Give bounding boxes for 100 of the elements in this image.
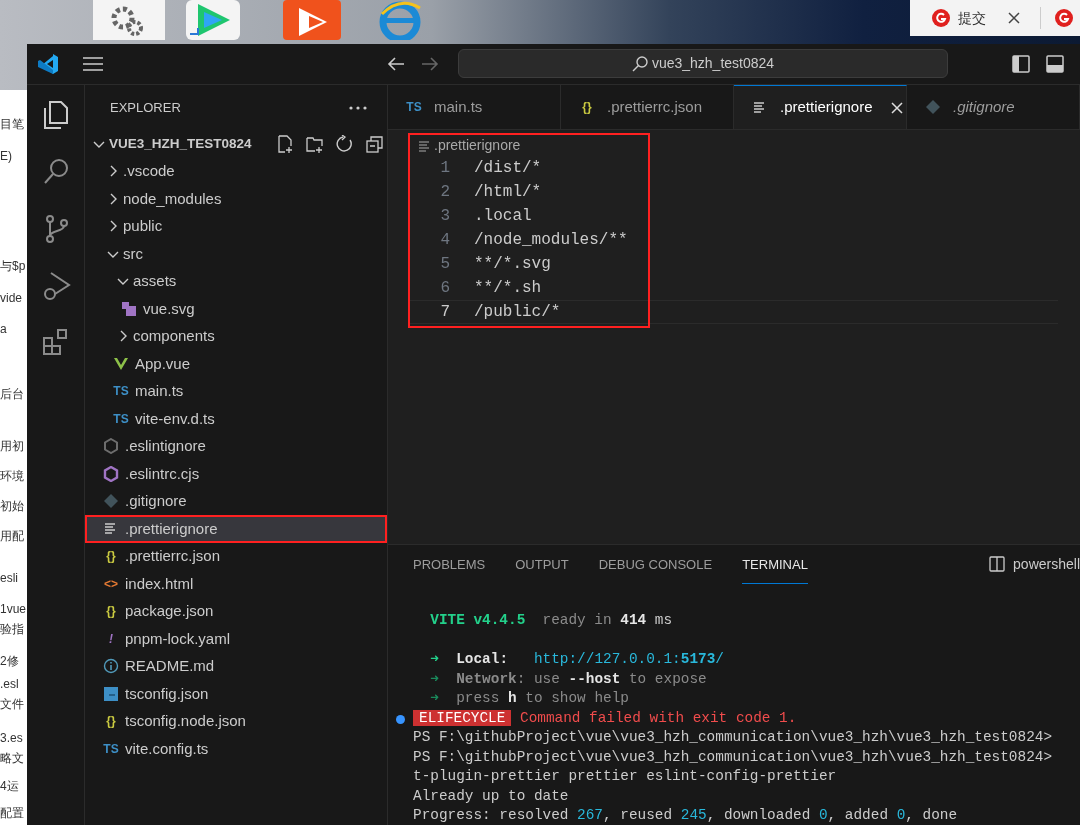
line-number: 7	[439, 302, 451, 323]
document-text: 环境	[0, 468, 24, 485]
line-number: 1	[439, 158, 451, 179]
menu-icon[interactable]	[83, 56, 103, 72]
editor-tab[interactable]: .prettierignore	[734, 85, 907, 129]
tree-root-row[interactable]: VUE3_HZH_TEST0824	[85, 130, 387, 158]
document-text: 配置	[0, 805, 24, 822]
tree-item[interactable]: {} .prettierrc.json	[85, 542, 387, 570]
editor-tab[interactable]: .gitignore	[907, 85, 1080, 129]
document-text: 用初	[0, 438, 24, 455]
tree-item[interactable]: TS vite-env.d.ts	[85, 405, 387, 433]
typescript-file-icon: TS	[103, 739, 119, 758]
diamond-icon	[925, 99, 941, 115]
line-number: 4	[439, 230, 451, 251]
terminal-line: Already up to date	[413, 786, 570, 806]
document-text: 与$p	[0, 258, 26, 275]
code-line: **/*.sh	[474, 278, 542, 299]
document-text: E)	[0, 148, 12, 165]
tree-item[interactable]: {} tsconfig.node.json	[85, 707, 387, 735]
tree-item[interactable]: ! pnpm-lock.yaml	[85, 625, 387, 653]
collapse-icon[interactable]	[365, 134, 384, 153]
document-text: 用配	[0, 528, 24, 545]
forward-arrow-icon[interactable]	[421, 56, 439, 72]
tree-item[interactable]: tsconfig.json	[85, 680, 387, 708]
tree-item[interactable]: public	[85, 212, 387, 240]
document-text: a	[0, 321, 7, 338]
lines-icon	[418, 139, 430, 152]
breadcrumb[interactable]: .prettierignore	[408, 135, 650, 156]
document-text: 4运	[0, 778, 19, 795]
document-text: 目笔	[0, 116, 24, 133]
tree-item[interactable]: {} package.json	[85, 597, 387, 625]
braces-icon: {}	[582, 98, 592, 116]
hexagon-icon	[103, 438, 119, 455]
tree-item[interactable]: TS vite.config.ts	[85, 735, 387, 763]
braces-icon: {}	[106, 712, 116, 731]
panel-tab[interactable]: TERMINAL	[742, 545, 808, 584]
panel-tab[interactable]: DEBUG CONSOLE	[598, 545, 713, 584]
terminal-line: ➜ Network: use --host to expose	[429, 669, 708, 689]
browser-logo-icon	[932, 9, 950, 27]
tree-item[interactable]: <> index.html	[85, 570, 387, 598]
back-arrow-icon[interactable]	[387, 56, 405, 72]
terminal-name[interactable]: powershell	[1013, 553, 1080, 575]
document-text: 后台	[0, 386, 24, 403]
code-line: /dist/*	[474, 158, 542, 179]
play-app-icon[interactable]	[283, 0, 341, 40]
tree-item[interactable]: README.md	[85, 652, 387, 680]
panel-tab[interactable]: PROBLEMS	[413, 545, 486, 584]
search-icon	[631, 55, 648, 72]
new-file-icon[interactable]	[275, 134, 294, 153]
code-line: /public/*	[474, 302, 561, 323]
code-line: /html/*	[474, 182, 542, 203]
typescript-file-icon: TS	[113, 382, 129, 401]
refresh-icon[interactable]	[335, 134, 354, 153]
document-text: esli	[0, 570, 18, 587]
document-text: .esl	[0, 676, 19, 693]
info-icon	[103, 658, 119, 675]
document-text: 略文	[0, 750, 24, 767]
document-text: 1vue	[0, 601, 27, 618]
exclamation-icon: !	[109, 629, 113, 648]
tree-item[interactable]: TS main.ts	[85, 377, 387, 405]
tree-item[interactable]: assets	[85, 267, 387, 295]
tree-item[interactable]: src	[85, 240, 387, 268]
typescript-file-icon: TS	[113, 409, 129, 428]
tree-item[interactable]: .gitignore	[85, 487, 387, 515]
tree-item[interactable]: components	[85, 322, 387, 350]
tree-item[interactable]: .prettierignore	[85, 515, 387, 543]
new-folder-icon[interactable]	[305, 134, 324, 153]
sidebar-toggle-icon[interactable]	[1012, 55, 1030, 73]
hexagon-icon	[103, 465, 119, 482]
angle-brackets-icon: <>	[104, 574, 118, 593]
line-number: 5	[439, 254, 451, 275]
app-logo-icon[interactable]	[37, 53, 59, 75]
code-line: /node_modules/**	[474, 230, 628, 251]
document-text: 2修	[0, 653, 19, 670]
close-icon[interactable]	[1008, 12, 1020, 24]
terminal-line: ➜ press h to show help	[429, 689, 630, 708]
tree-item[interactable]: .eslintignore	[85, 432, 387, 460]
typescript-file-icon: TS	[406, 98, 422, 116]
document-text: vide	[0, 290, 22, 307]
browser-tab-title[interactable]: 提交	[958, 7, 986, 29]
line-number: 2	[439, 182, 451, 203]
editor-tab[interactable]: TS main.ts	[388, 85, 561, 129]
panel-toggle-icon[interactable]	[1046, 55, 1064, 73]
tree-item[interactable]: vue.svg	[85, 295, 387, 323]
braces-icon: {}	[106, 602, 116, 621]
document-text: 初始	[0, 498, 24, 515]
terminal-line: PS F:\githubProject\vue\vue3_hzh_communication\vue3_hzh\vue3_hzh_test0824>	[413, 728, 1054, 747]
panel-tab[interactable]: OUTPUT	[515, 545, 569, 584]
app-gear-icon[interactable]	[93, 0, 165, 40]
search-field[interactable]: vue3_hzh_test0824	[458, 49, 948, 78]
diamond-icon	[103, 493, 119, 510]
tree-item[interactable]: .eslintrc.cjs	[85, 460, 387, 488]
terminal-line: t-plugin-prettier prettier eslint-config-prettier	[413, 767, 838, 786]
tree-item[interactable]: .vscode	[85, 157, 387, 185]
tree-item[interactable]: App.vue	[85, 350, 387, 378]
tree-item[interactable]: node_modules	[85, 185, 387, 213]
terminal-line: ➜ Local: http://127.0.0.1:5173/	[429, 650, 725, 669]
split-terminal-icon[interactable]	[989, 556, 1006, 573]
tab-divider	[1040, 7, 1041, 29]
more-icon[interactable]	[349, 105, 367, 110]
